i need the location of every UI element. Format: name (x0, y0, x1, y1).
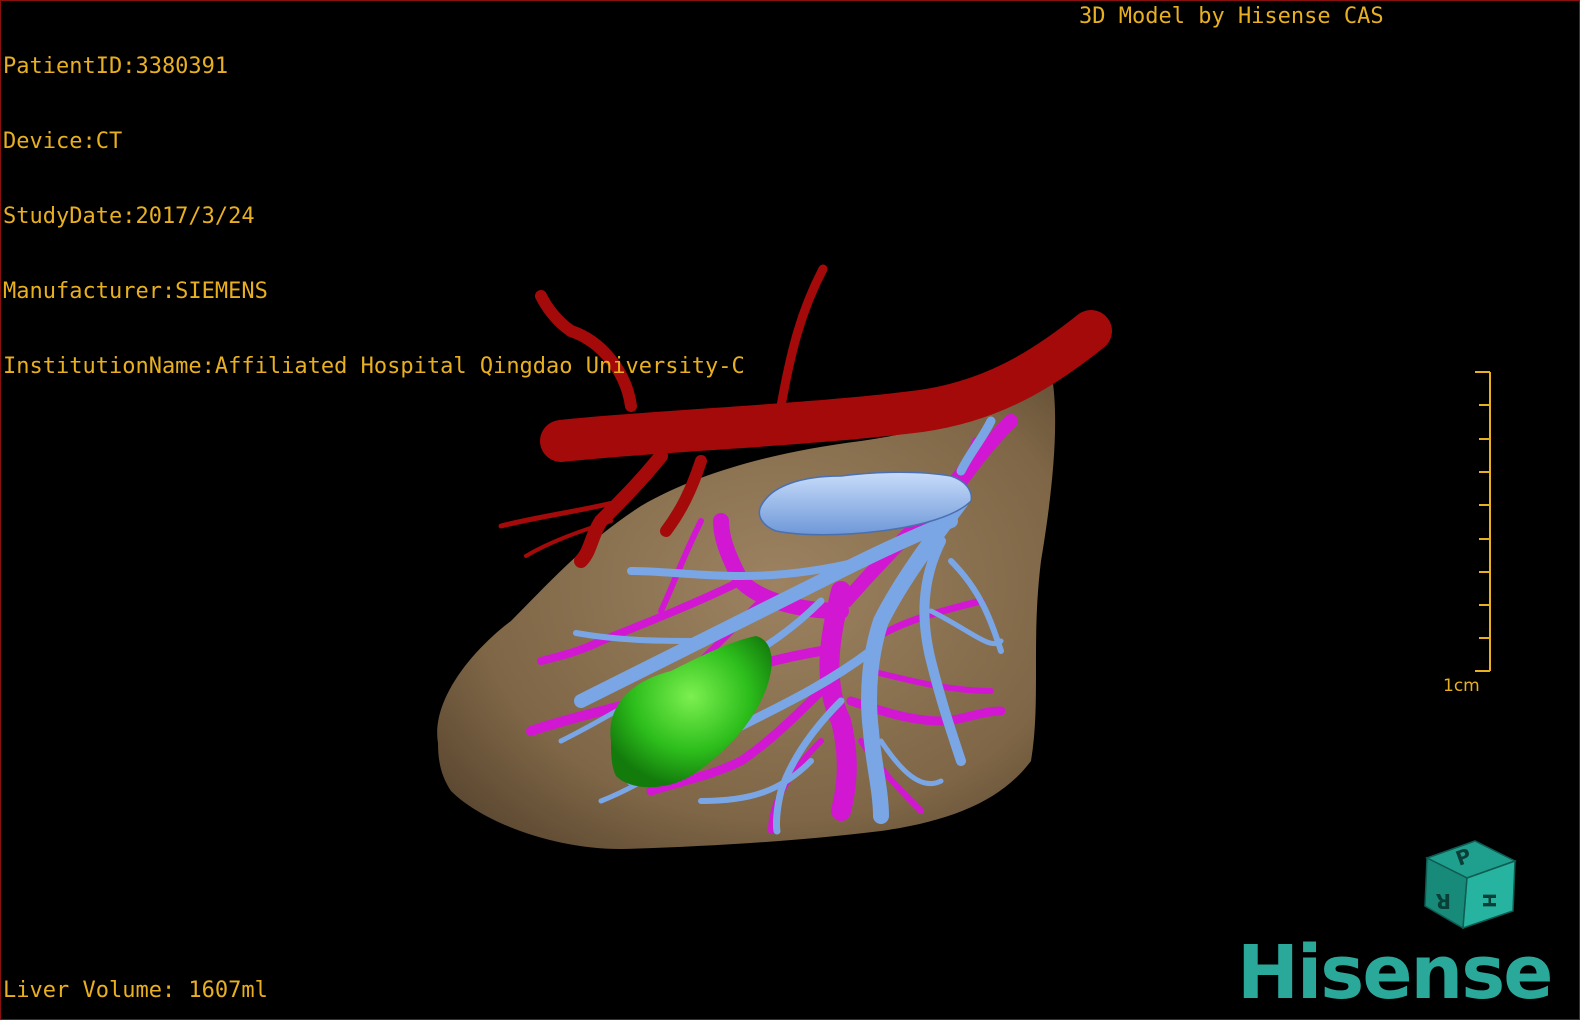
3d-viewport[interactable]: PatientID:3380391 Device:CT StudyDate:20… (0, 0, 1580, 1020)
study-date-text: StudyDate:2017/3/24 (3, 204, 255, 229)
hisense-logo: Hisense (1237, 930, 1553, 1016)
orientation-cube-widget[interactable]: P R H (1419, 836, 1519, 936)
manufacturer-text: Manufacturer:SIEMENS (3, 279, 268, 304)
model-credit-text: 3D Model by Hisense CAS (1079, 4, 1384, 29)
scale-label: 1cm (1443, 676, 1480, 696)
device-text: Device:CT (3, 129, 123, 154)
patient-info-overlay: PatientID:3380391 Device:CT StudyDate:20… (3, 4, 745, 429)
patient-id-text: PatientID:3380391 (3, 54, 229, 79)
scale-bar (1475, 371, 1491, 672)
cube-face-h-label: H (1478, 893, 1499, 908)
liver-volume-text: Liver Volume: 1607ml (3, 978, 268, 1003)
cube-face-r-label: R (1436, 889, 1451, 913)
institution-text: InstitutionName:Affiliated Hospital Qing… (3, 354, 745, 379)
